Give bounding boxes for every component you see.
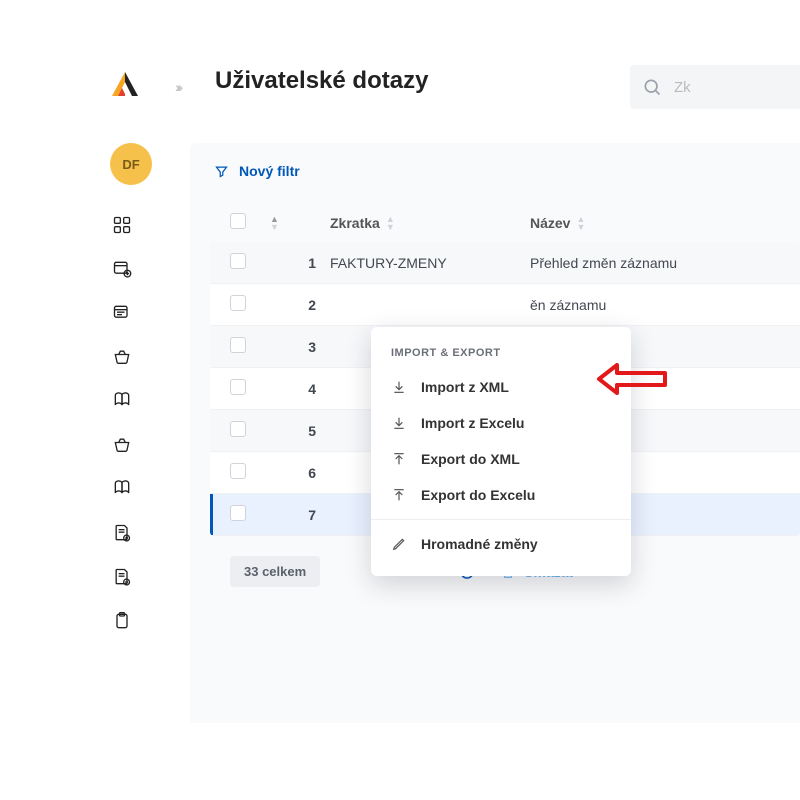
- add-record-icon[interactable]: [110, 257, 134, 281]
- table-row[interactable]: 1FAKTURY-ZMENYPřehled změn záznamu: [210, 242, 800, 284]
- row-checkbox[interactable]: [230, 379, 246, 395]
- row-number: 3: [270, 339, 330, 355]
- book2-icon[interactable]: [110, 477, 134, 501]
- menu-item-bulk-changes[interactable]: Hromadné změny: [371, 526, 631, 562]
- table-row[interactable]: 2 ěn záznamu: [210, 284, 800, 326]
- row-number: 7: [270, 507, 330, 523]
- page-title: Uživatelské dotazy: [215, 67, 428, 95]
- book-icon[interactable]: [110, 389, 134, 413]
- row-checkbox[interactable]: [230, 505, 246, 521]
- app-logo[interactable]: [110, 70, 140, 100]
- search-input[interactable]: Zk: [630, 65, 800, 109]
- doc-remove-icon[interactable]: [110, 565, 134, 589]
- menu-item[interactable]: Import z XML: [371, 369, 631, 405]
- doc-add-icon[interactable]: [110, 521, 134, 545]
- basket-icon[interactable]: [110, 345, 134, 369]
- expand-sidebar-icon[interactable]: ›››: [175, 79, 180, 95]
- column-zkratka[interactable]: Zkratka ▲▼: [330, 215, 530, 231]
- row-zkratka: FAKTURY-ZMENY: [330, 255, 530, 271]
- menu-item[interactable]: Export do XML: [371, 441, 631, 477]
- row-number: 1: [270, 255, 330, 271]
- dashboard-icon[interactable]: [110, 213, 134, 237]
- search-icon: [642, 77, 662, 97]
- menu-item[interactable]: Import z Excelu: [371, 405, 631, 441]
- menu-item[interactable]: Export do Excelu: [371, 477, 631, 513]
- new-filter-button[interactable]: Nový filtr: [214, 163, 800, 179]
- menu-group-label: IMPORT & EXPORT: [371, 341, 631, 369]
- row-checkbox[interactable]: [230, 421, 246, 437]
- filter-icon: [214, 164, 229, 179]
- row-nazev: Přehled změn záznamu: [530, 255, 800, 271]
- upload-icon: [391, 487, 407, 503]
- row-number: 2: [270, 297, 330, 313]
- row-number: 4: [270, 381, 330, 397]
- row-checkbox[interactable]: [230, 253, 246, 269]
- column-number[interactable]: ▲▼: [270, 215, 330, 231]
- row-checkbox[interactable]: [230, 463, 246, 479]
- avatar[interactable]: DF: [110, 143, 152, 185]
- search-placeholder: Zk: [674, 79, 691, 96]
- row-number: 5: [270, 423, 330, 439]
- clipboard-icon[interactable]: [110, 609, 134, 633]
- list-icon[interactable]: [110, 301, 134, 325]
- menu-separator: [371, 519, 631, 520]
- table-header: ▲▼ Zkratka ▲▼ Název ▲▼: [210, 203, 800, 242]
- upload-icon: [391, 451, 407, 467]
- row-checkbox[interactable]: [230, 295, 246, 311]
- select-all-checkbox[interactable]: [230, 213, 246, 229]
- column-nazev[interactable]: Název ▲▼: [530, 215, 800, 231]
- row-nazev: ěn záznamu: [530, 297, 800, 313]
- total-badge: 33 celkem: [230, 556, 320, 587]
- import-export-menu: IMPORT & EXPORT Import z XMLImport z Exc…: [371, 327, 631, 576]
- row-number: 6: [270, 465, 330, 481]
- basket2-icon[interactable]: [110, 433, 134, 457]
- row-checkbox[interactable]: [230, 337, 246, 353]
- download-icon: [391, 379, 407, 395]
- sidebar: [110, 213, 140, 633]
- pencil-icon: [391, 536, 407, 552]
- download-icon: [391, 415, 407, 431]
